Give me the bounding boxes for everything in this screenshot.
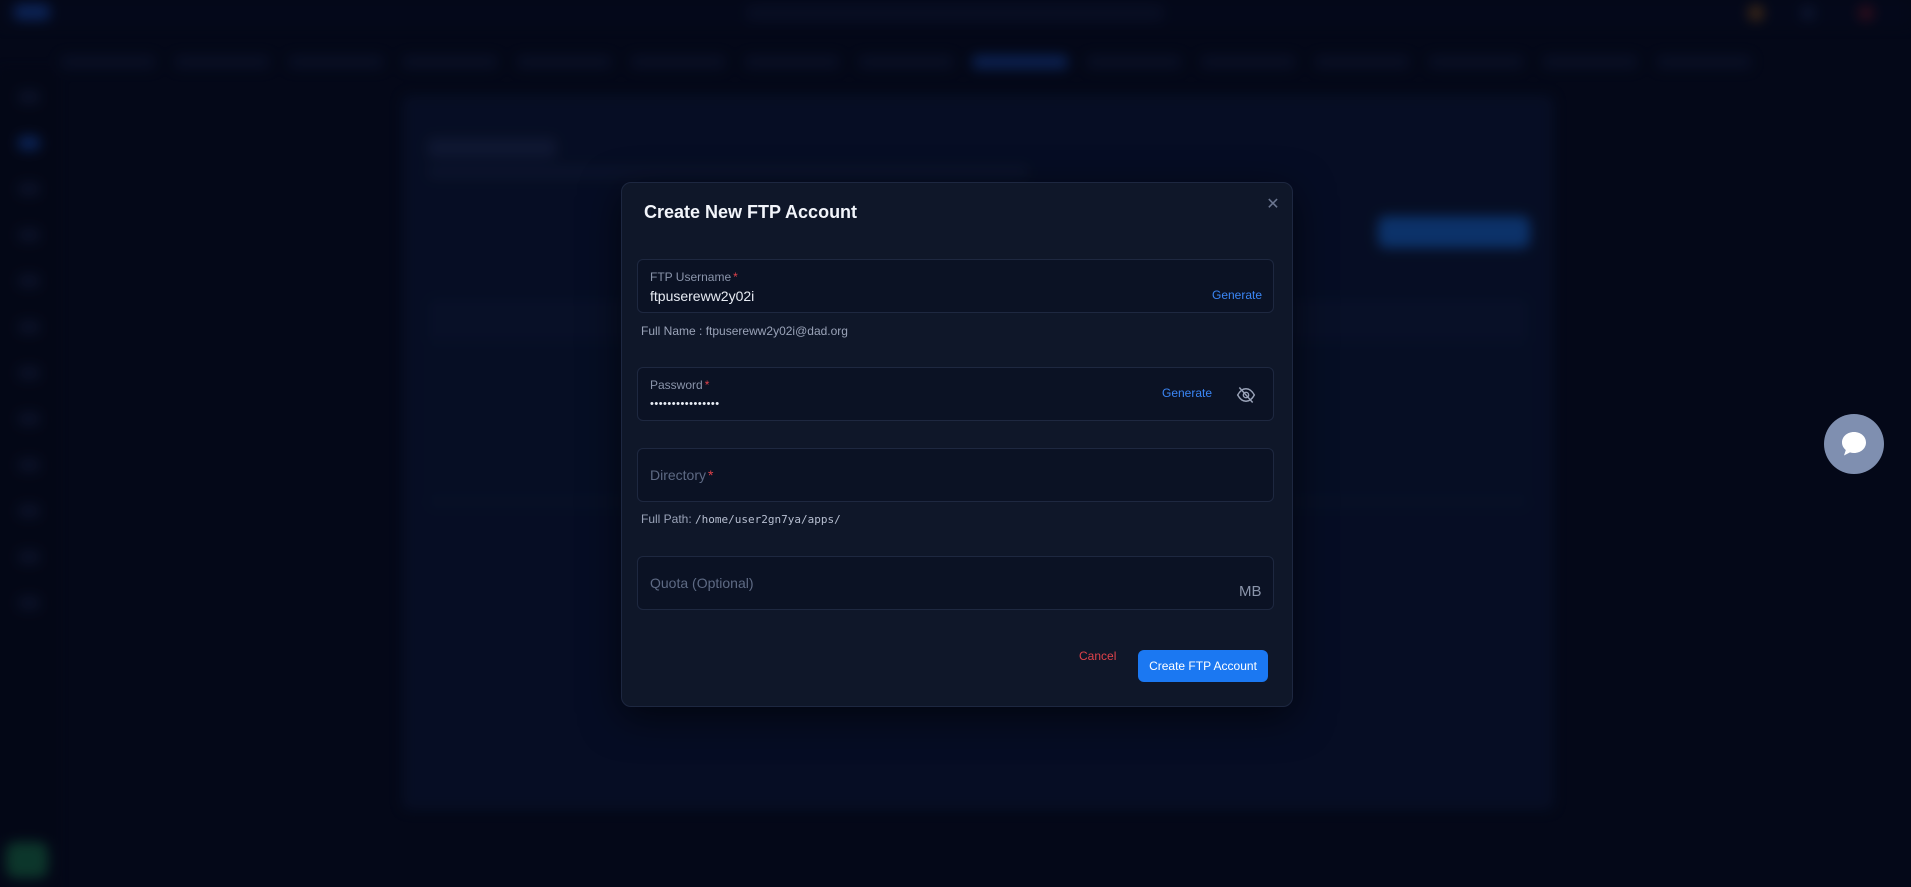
password-field[interactable]: Password * •••••••••••••••• Generate xyxy=(637,367,1274,421)
eye-off-icon[interactable] xyxy=(1235,385,1257,405)
ftp-username-input[interactable]: ftpusereww2y02i xyxy=(650,288,754,304)
modal-title: Create New FTP Account xyxy=(644,202,858,222)
full-name-helper: Full Name : ftpusereww2y02i@dad.org xyxy=(641,324,848,338)
create-ftp-modal: Create New FTP Account ✕ FTP Username * f… xyxy=(621,182,1293,707)
quota-field[interactable]: Quota (Optional) MB xyxy=(637,556,1274,610)
ftp-username-label: FTP Username * xyxy=(650,270,738,284)
password-input[interactable]: •••••••••••••••• xyxy=(650,398,720,410)
chat-widget-button[interactable] xyxy=(1824,414,1884,474)
password-label: Password * xyxy=(650,378,710,392)
close-icon[interactable]: ✕ xyxy=(1265,197,1281,213)
directory-input[interactable]: Directory * xyxy=(650,467,713,483)
create-ftp-account-button[interactable]: Create FTP Account xyxy=(1138,650,1268,682)
generate-username-button[interactable]: Generate xyxy=(1212,288,1262,302)
generate-password-button[interactable]: Generate xyxy=(1162,386,1212,400)
quota-input[interactable]: Quota (Optional) xyxy=(650,575,754,591)
full-path-helper: Full Path: /home/user2gn7ya/apps/ xyxy=(641,512,841,526)
ftp-username-field[interactable]: FTP Username * ftpusereww2y02i Generate xyxy=(637,259,1274,313)
quota-unit: MB xyxy=(1239,583,1262,600)
chat-bubble-icon xyxy=(1842,432,1866,456)
cancel-button[interactable]: Cancel xyxy=(1079,649,1116,663)
directory-field[interactable]: Directory * xyxy=(637,448,1274,502)
